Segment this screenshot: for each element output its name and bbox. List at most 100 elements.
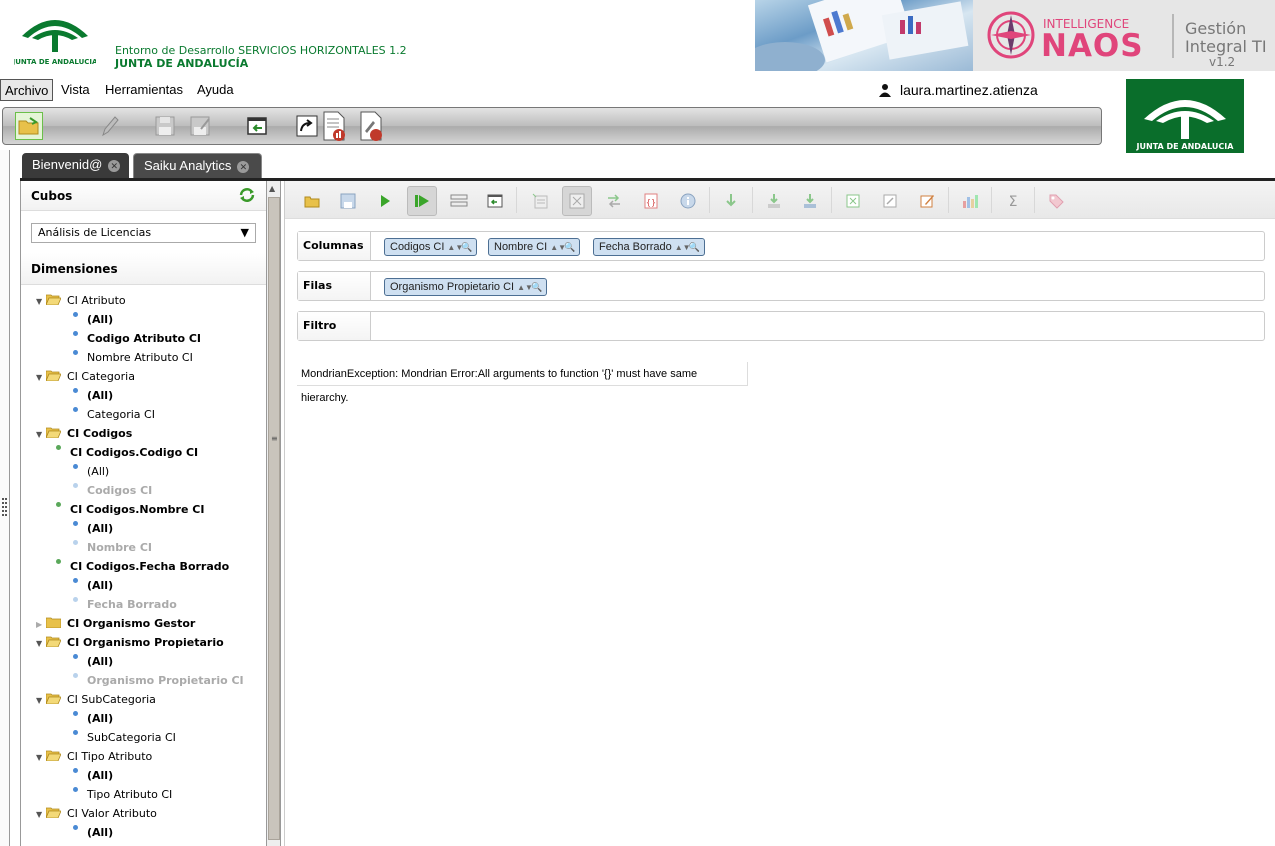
level-item[interactable]: Nombre Atributo CI (73, 348, 193, 367)
dimension-folder[interactable]: ▼ CI Tipo Atributo (36, 747, 152, 766)
report-edit-icon[interactable] (357, 111, 385, 141)
sort-icon[interactable]: ▲▼ (447, 240, 463, 256)
columns-label: Columnas (298, 232, 371, 260)
level-item[interactable]: (All) (73, 310, 113, 329)
redo-arrow-icon[interactable] (293, 112, 321, 140)
cube-select[interactable]: Análisis de Licencias ▼ (31, 223, 256, 243)
dimension-folder[interactable]: ▼ CI Valor Atributo (36, 804, 157, 823)
sort-icon[interactable]: ▲▼ (675, 240, 691, 256)
level-item[interactable]: Nombre CI (73, 538, 152, 557)
level-item[interactable]: Fecha Borrado (73, 595, 177, 614)
column-chip-nombre-ci[interactable]: Nombre CI ▲▼🔍 (488, 238, 581, 256)
export-xls-icon[interactable] (838, 186, 868, 216)
chevron-down-icon[interactable]: ▼ (36, 748, 46, 767)
drill-export-icon[interactable] (759, 186, 789, 216)
column-chip-fecha-borrado[interactable]: Fecha Borrado ▲▼🔍 (593, 238, 705, 256)
open-query-icon[interactable] (297, 186, 327, 216)
mdx-icon[interactable]: {} (636, 186, 666, 216)
sidebar-scrollbar[interactable]: ▲ ≡ (266, 181, 281, 846)
level-item[interactable]: (All) (73, 519, 113, 538)
toggle-fields-icon[interactable] (444, 186, 474, 216)
menu-ayuda[interactable]: Ayuda (193, 79, 238, 101)
edit-query-icon[interactable] (912, 186, 942, 216)
hide-parents-icon[interactable] (525, 186, 555, 216)
level-item[interactable]: Categoria CI (73, 405, 155, 424)
level-item[interactable]: (All) (73, 386, 113, 405)
sort-icon[interactable]: ▲▼ (550, 240, 566, 256)
dimension-folder[interactable]: ▼ CI Atributo (36, 291, 126, 310)
chart-icon[interactable] (955, 186, 985, 216)
rows-axis[interactable]: Filas Organismo Propietario CI ▲▼🔍 (297, 271, 1265, 301)
chevron-down-icon[interactable]: ▼ (36, 691, 46, 710)
save-query-icon[interactable] (333, 186, 363, 216)
row-chip-organismo-propietario[interactable]: Organismo Propietario CI ▲▼🔍 (384, 278, 548, 296)
chevron-right-icon[interactable]: ▶ (36, 615, 46, 634)
close-icon[interactable]: ✕ (237, 161, 250, 173)
level-item[interactable]: (All) (73, 709, 113, 728)
level-item[interactable]: Codigo Atributo CI (73, 329, 202, 348)
level-item[interactable]: Tipo Atributo CI (73, 785, 172, 804)
auto-run-icon[interactable] (407, 186, 437, 216)
run-query-icon[interactable] (370, 186, 400, 216)
chevron-down-icon[interactable]: ▼ (36, 425, 46, 444)
edit-pencil-icon[interactable] (95, 112, 123, 140)
back-window-icon[interactable] (243, 112, 271, 140)
search-icon[interactable]: 🔍 (564, 239, 576, 255)
menu-herramientas[interactable]: Herramientas (101, 79, 187, 101)
dimension-folder[interactable]: ▼ CI Codigos (36, 424, 132, 443)
drillthrough-icon[interactable] (716, 186, 746, 216)
level-item[interactable]: (All) (73, 652, 113, 671)
chevron-down-icon[interactable]: ▼ (36, 634, 46, 653)
left-resize-handle[interactable] (0, 150, 10, 846)
close-icon[interactable]: ✕ (108, 160, 121, 172)
filter-axis[interactable]: Filtro (297, 311, 1265, 341)
menu-archivo[interactable]: Archivo (0, 79, 54, 101)
level-item[interactable]: (All) (73, 823, 113, 842)
sum-icon[interactable]: Σ (998, 186, 1028, 216)
report-chart-icon[interactable] (320, 111, 348, 141)
export-csv-icon[interactable] (875, 186, 905, 216)
tab-saiku-analytics[interactable]: Saiku Analytics ✕ (133, 153, 262, 179)
dimension-folder[interactable]: ▼ CI SubCategoria (36, 690, 156, 709)
dimension-folder[interactable]: ▶ CI Organismo Gestor (36, 614, 195, 633)
tab-bienvenido[interactable]: Bienvenid@ ✕ (22, 153, 129, 179)
cubos-header: Cubos (21, 181, 266, 211)
svg-text:{}: {} (646, 198, 656, 207)
level-item[interactable]: (All) (73, 576, 113, 595)
hierarchy-item[interactable]: CI Codigos.Codigo CI (56, 443, 198, 462)
save-icon[interactable] (151, 112, 179, 140)
scrollbar-thumb[interactable]: ≡ (268, 197, 280, 840)
dimension-folder[interactable]: ▼ CI Organismo Propietario (36, 633, 224, 652)
level-item[interactable]: Codigos CI (73, 481, 152, 500)
chip-label: Codigos CI (390, 241, 445, 253)
search-icon[interactable]: 🔍 (461, 239, 473, 255)
chevron-down-icon[interactable]: ▼ (36, 368, 46, 387)
column-chip-codigos-ci[interactable]: Codigos CI ▲▼🔍 (384, 238, 478, 256)
hierarchy-item[interactable]: CI Codigos.Nombre CI (56, 500, 204, 519)
toggle-sidebar-icon[interactable] (480, 186, 510, 216)
level-item[interactable]: Organismo Propietario CI (73, 671, 244, 690)
refresh-icon[interactable] (238, 181, 256, 211)
chevron-down-icon[interactable]: ▼ (36, 805, 46, 824)
save-as-icon[interactable] (186, 112, 214, 140)
swap-axis-icon[interactable] (599, 186, 629, 216)
non-empty-icon[interactable] (562, 186, 592, 216)
columns-axis[interactable]: Columnas Codigos CI ▲▼🔍 Nombre CI ▲▼🔍 Fech… (297, 231, 1265, 261)
menu-vista[interactable]: Vista (57, 79, 94, 101)
dimension-folder[interactable]: ▼ CI Categoria (36, 367, 135, 386)
level-item[interactable]: (All) (73, 462, 109, 481)
tree-label: Codigo Atributo CI (87, 332, 202, 345)
scroll-up-icon[interactable]: ▲ (269, 184, 275, 193)
explain-icon[interactable] (673, 186, 703, 216)
search-icon[interactable]: 🔍 (531, 279, 543, 295)
hierarchy-item[interactable]: CI Codigos.Fecha Borrado (56, 557, 229, 576)
chevron-down-icon[interactable]: ▼ (36, 292, 46, 311)
logo-large-text: JUNTA DE ANDALUCIA (1136, 142, 1235, 151)
drill-across-icon[interactable] (795, 186, 825, 216)
open-folder-icon[interactable] (15, 112, 43, 140)
sort-icon[interactable]: ▲▼ (517, 280, 533, 296)
level-item[interactable]: (All) (73, 766, 113, 785)
tag-icon[interactable] (1041, 186, 1071, 216)
level-item[interactable]: SubCategoria CI (73, 728, 176, 747)
search-icon[interactable]: 🔍 (689, 239, 701, 255)
